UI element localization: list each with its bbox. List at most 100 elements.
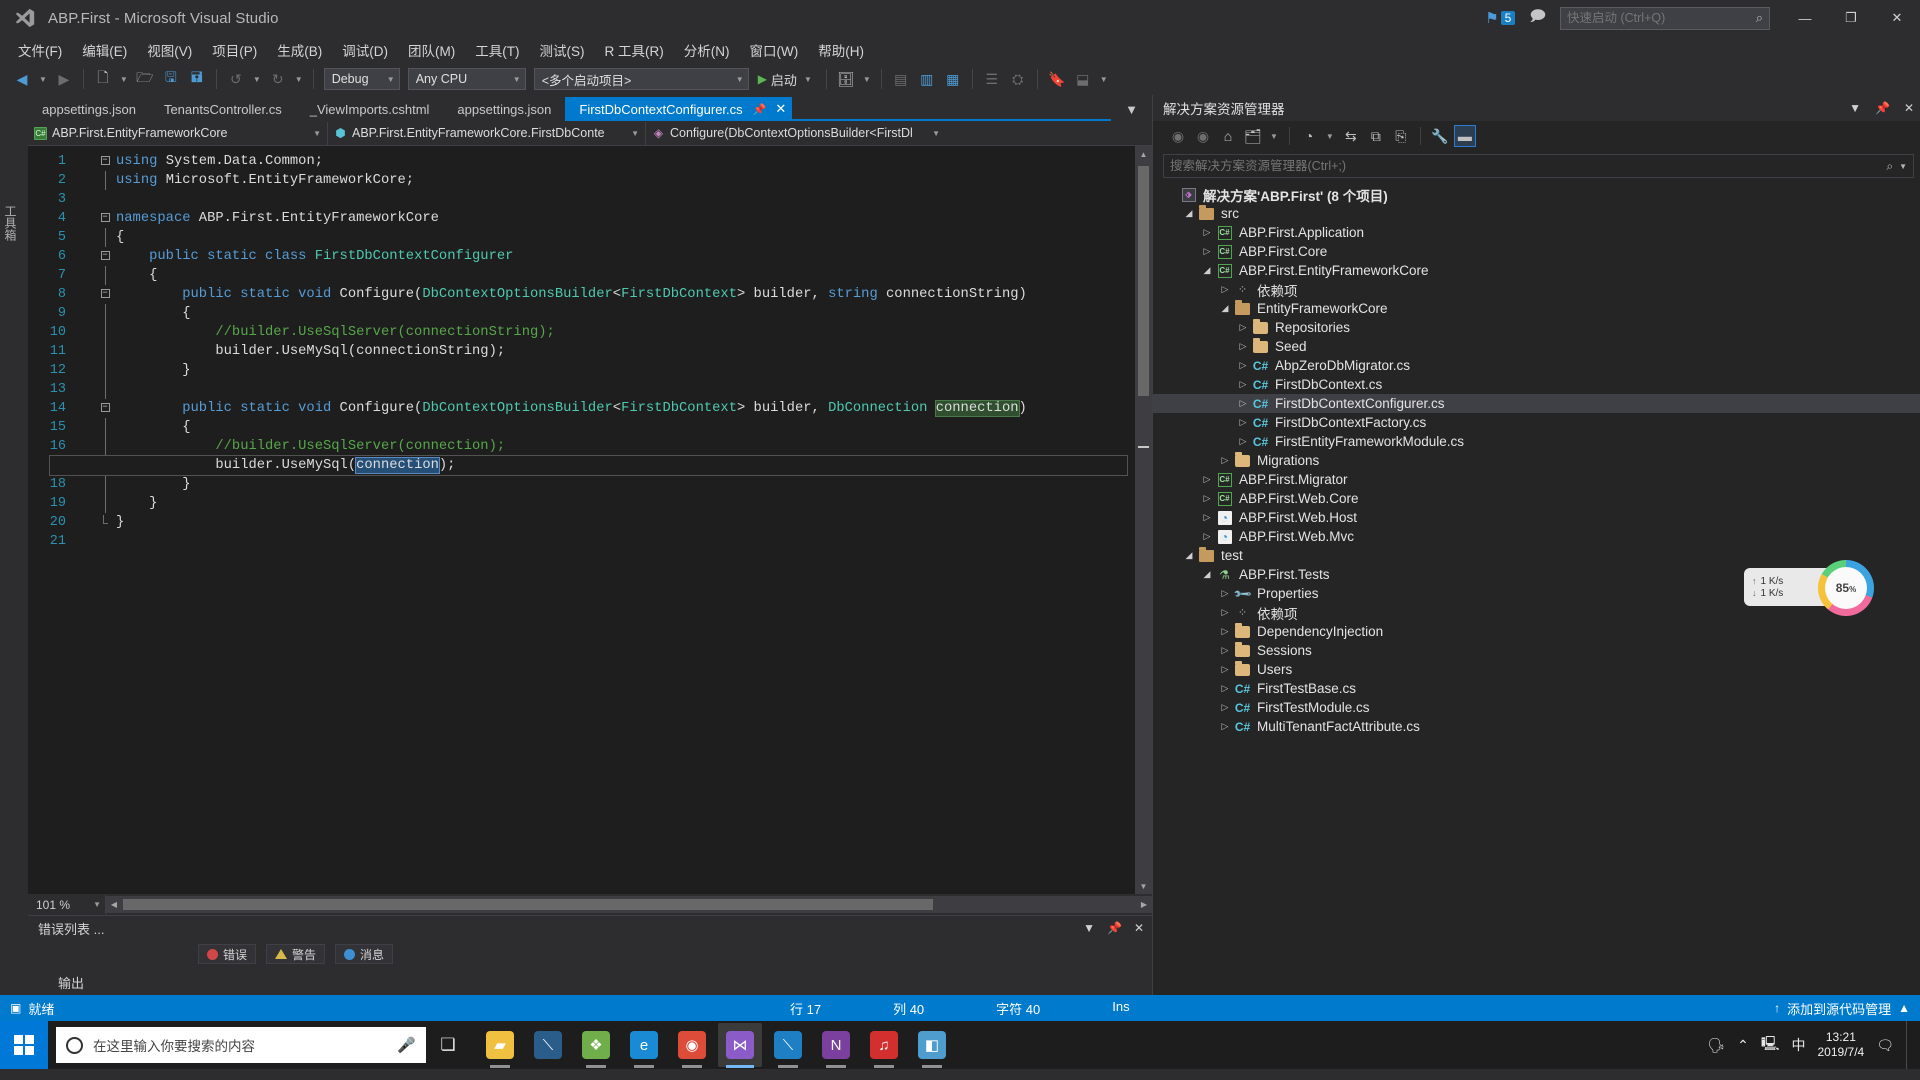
toolbox-icon[interactable]: ⬓ [1071,67,1095,91]
cpu-usage-ring[interactable]: 85% [1818,560,1874,616]
forward-icon[interactable]: ◉ [1192,125,1214,147]
tree-node[interactable]: ◢ C# ABP.First.EntityFrameworkCore [1153,261,1920,280]
menu-help[interactable]: 帮助(H) [808,37,874,63]
tab-first-db-context-configurer[interactable]: FirstDbContextConfigurer.cs 📌 ✕ [565,97,793,121]
chevron-collapsed-icon[interactable]: ▷ [1235,398,1251,409]
chevron-collapsed-icon[interactable]: ▷ [1199,493,1215,504]
tab-appsettings-json-1[interactable]: appsettings.json [28,97,150,121]
toolbox-strip[interactable]: 工具箱 [0,95,28,995]
nav-back-dropdown-icon[interactable]: ▼ [36,75,50,84]
back-icon[interactable]: ◉ [1167,125,1189,147]
menu-analyze[interactable]: 分析(N) [674,37,740,63]
pin-icon[interactable]: 📌 [1875,101,1890,115]
code-line[interactable]: namespace ABP.First.EntityFrameworkCore [116,209,1135,228]
taskbar-search-box[interactable]: 在这里输入你要搜索的内容 🎤 [56,1027,426,1063]
toolbox-vertical-tab[interactable]: 工具箱 [2,205,19,241]
code-line[interactable]: using Microsoft.EntityFrameworkCore; [116,171,1135,190]
tab-view-imports[interactable]: _ViewImports.cshtml [295,97,444,121]
chevron-collapsed-icon[interactable]: ▷ [1217,702,1233,713]
code-line[interactable]: builder.UseMySql(connectionString); [116,342,1135,361]
chevron-collapsed-icon[interactable]: ▷ [1199,474,1215,485]
tree-node[interactable]: ▷ Users [1153,660,1920,679]
new-project-dropdown-icon[interactable]: ▼ [117,75,131,84]
quick-launch-input[interactable] [1567,11,1756,25]
chevron-collapsed-icon[interactable]: ▷ [1199,227,1215,238]
attach-dropdown-icon[interactable]: ▼ [860,75,874,84]
tree-node[interactable]: ▷ C# FirstDbContextFactory.cs [1153,413,1920,432]
solution-search-input[interactable] [1170,159,1887,173]
solution-configuration-dropdown[interactable]: Debug ▼ [323,68,400,90]
zoom-dropdown[interactable]: 101 % ▼ [28,895,106,914]
chevron-down-icon[interactable]: ▼ [1083,921,1095,935]
error-filter-messages[interactable]: 消息 [335,944,394,964]
code-line[interactable]: { [116,266,1135,285]
fold-marker[interactable]: − [94,399,116,418]
menu-test[interactable]: 测试(S) [530,37,595,63]
startup-project-dropdown[interactable]: <多个启动项目> ▼ [533,68,749,90]
chevron-collapsed-icon[interactable]: ▷ [1217,683,1233,694]
quick-launch-box[interactable]: ⌕ [1560,6,1770,30]
chevron-down-icon[interactable]: ▼ [801,75,815,84]
glyph-margin[interactable]: 🖉 [71,146,94,894]
ime-icon[interactable]: 中 [1792,1035,1806,1055]
menu-project[interactable]: 项目(P) [202,37,267,63]
scrollbar-thumb[interactable] [1138,166,1149,396]
tree-node[interactable]: ▷ C# ABP.First.Core [1153,242,1920,261]
close-icon[interactable]: ✕ [1134,921,1144,935]
code-line[interactable]: { [116,418,1135,437]
menu-edit[interactable]: 编辑(E) [72,37,137,63]
menu-build[interactable]: 生成(B) [267,37,332,63]
chevron-down-icon[interactable]: ▼ [1323,132,1337,141]
new-project-icon[interactable]: 🗋 [91,67,115,91]
chevron-expanded-icon[interactable]: ◢ [1199,265,1215,276]
pending-changes-icon[interactable]: 🗂 [1242,125,1264,147]
menu-tools[interactable]: 工具(T) [465,37,529,63]
editor-app-icon[interactable]: ⟍ [526,1023,570,1067]
code-line[interactable]: public static void Configure(DbContextOp… [116,399,1135,418]
chevron-collapsed-icon[interactable]: ▷ [1235,436,1251,447]
tree-node[interactable]: ▷ ABP.First.Web.Host [1153,508,1920,527]
scroll-right-icon[interactable]: ▶ [1136,900,1152,909]
sync-icon[interactable]: ⇆ [1340,125,1362,147]
tab-tenants-controller[interactable]: TenantsController.cs [149,97,296,121]
properties-icon[interactable]: ▬ [1453,125,1476,147]
chevron-collapsed-icon[interactable]: ▷ [1217,645,1233,656]
tree-node[interactable]: ▷ ABP.First.Web.Mvc [1153,527,1920,546]
show-all-files-icon[interactable]: 🔧 [1429,125,1451,147]
code-line[interactable] [116,190,1135,209]
code-line[interactable]: } [116,494,1135,513]
windows-start-icon[interactable] [0,1021,48,1069]
editor-horizontal-scrollbar[interactable]: ◀ ▶ [106,896,1152,913]
tree-node[interactable]: ▷ Seed [1153,337,1920,356]
code-text[interactable]: using System.Data.Common; using Microsoft… [49,146,1135,894]
tree-node[interactable]: ▷ Repositories [1153,318,1920,337]
chevron-collapsed-icon[interactable]: ▷ [1217,721,1233,732]
home-icon[interactable]: ⌂ [1217,125,1239,147]
chevron-expanded-icon[interactable]: ◢ [1181,550,1197,561]
output-panel-tab[interactable]: 输出 [28,969,1152,995]
code-line[interactable]: { [116,304,1135,323]
onenote-icon[interactable]: N [814,1023,858,1068]
chevron-up-icon[interactable]: ⌃ [1737,1037,1749,1054]
chevron-down-icon[interactable]: ▼ [1899,162,1907,171]
tree-node[interactable]: ▷ Migrations [1153,451,1920,470]
start-debug-button[interactable]: ▶ 启动 ▼ [754,70,819,89]
redo-icon[interactable]: ↻ [266,67,290,91]
search-icon[interactable]: ⌕ [1756,10,1763,26]
close-button[interactable]: ✕ [1874,0,1920,36]
tree-node[interactable]: ▷ C# FirstEntityFrameworkModule.cs [1153,432,1920,451]
notifications-button[interactable]: ⚑ 5 [1485,9,1516,27]
code-line[interactable] [116,380,1135,399]
code-line[interactable]: } [116,361,1135,380]
list-icon[interactable]: ☰ [980,67,1004,91]
menu-team[interactable]: 团队(M) [398,37,465,63]
close-icon[interactable]: ✕ [1904,101,1914,115]
tree-node[interactable]: ▷ C# MultiTenantFactAttribute.cs [1153,717,1920,736]
tree-node[interactable]: ▷ C# ABP.First.Web.Core [1153,489,1920,508]
code-line[interactable]: //builder.UseSqlServer(connection); [116,437,1135,456]
error-filter-errors[interactable]: 错误 [198,944,257,964]
nav-back-icon[interactable]: ◀ [10,67,34,91]
chevron-collapsed-icon[interactable]: ▷ [1235,379,1251,390]
tree-node[interactable]: ▷ C# FirstTestModule.cs [1153,698,1920,717]
netease-music-icon[interactable]: ♫ [862,1023,906,1068]
